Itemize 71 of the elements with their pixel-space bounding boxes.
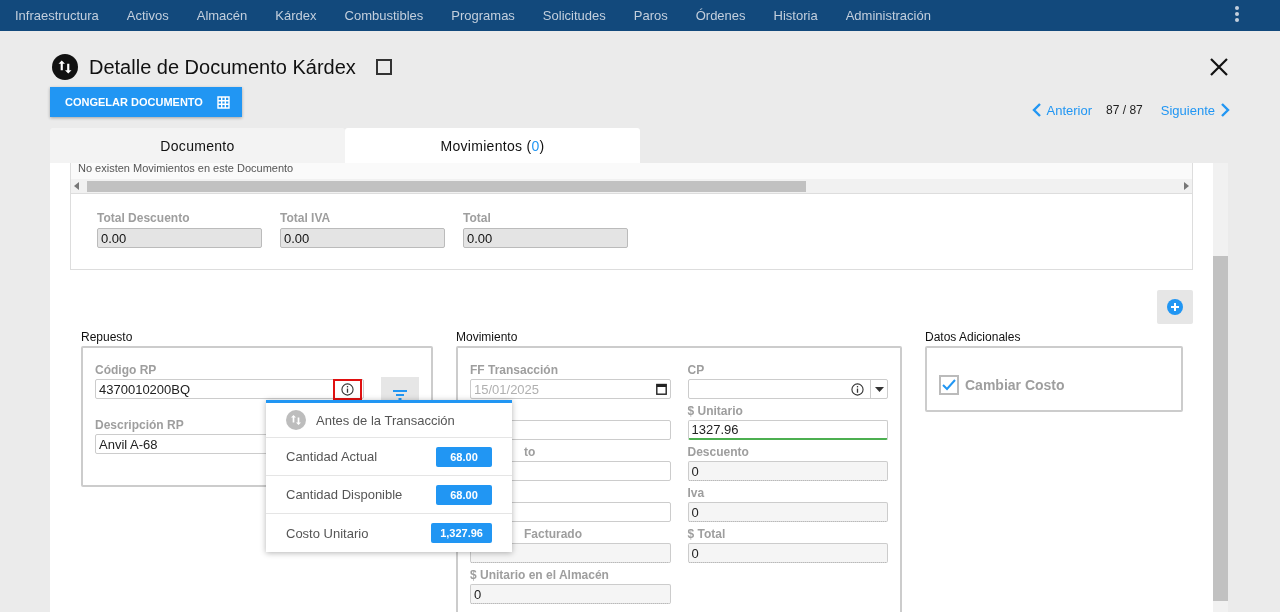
total-field: 0.00 — [280, 228, 445, 248]
nav-menu-item[interactable]: Solicitudes — [542, 8, 606, 23]
caret-icon[interactable] — [875, 386, 884, 392]
input-field[interactable]: 0 — [687, 543, 888, 563]
total-field: 0.00 — [463, 228, 628, 248]
field-label: CP — [687, 363, 705, 378]
vertical-scrollbar[interactable] — [1213, 163, 1228, 612]
input-field[interactable]: 0 — [687, 502, 888, 522]
more-menu-icon[interactable] — [1235, 6, 1239, 22]
input-field[interactable] — [470, 543, 671, 563]
page-position: 87 / 87 — [1106, 103, 1143, 117]
field-label: $ Unitario en el Almacén — [470, 568, 609, 583]
nav-menu-item[interactable]: Historia — [773, 8, 818, 23]
value-badge: 68.00 — [436, 484, 492, 505]
scroll-right-icon[interactable] — [1184, 182, 1189, 190]
total-label: Total — [463, 211, 491, 226]
page-title: Detalle de Documento Kárdex — [89, 55, 356, 79]
checkbox[interactable] — [939, 375, 959, 395]
grid-icon — [216, 95, 230, 109]
info-icon[interactable] — [851, 382, 864, 396]
input-field[interactable]: 1327.96 — [687, 420, 888, 440]
field-label: Descripción RP — [95, 418, 184, 433]
total-label: Total IVA — [280, 211, 331, 226]
section-title: Datos Adicionales — [925, 330, 1022, 346]
info-icon[interactable] — [341, 382, 354, 396]
nav-menu-item[interactable]: Programas — [451, 8, 515, 23]
nav-menu-item[interactable]: Administración — [845, 8, 931, 23]
horizontal-scrollbar[interactable] — [71, 179, 1192, 194]
transfer-icon — [286, 410, 306, 430]
nav-menu-item[interactable]: Kárdex — [275, 8, 317, 23]
nav-menu-item[interactable]: Almacén — [196, 8, 248, 23]
transfer-icon — [52, 54, 78, 80]
checkbox[interactable] — [375, 59, 392, 75]
empty-message: No existen Movimientos en este Documento — [71, 163, 1192, 179]
field-label: Iva — [687, 486, 705, 501]
nav-menu-item[interactable]: Infraestructura — [15, 8, 99, 23]
nav-menu-item[interactable]: Combustibles — [344, 8, 424, 23]
chevron-left-icon — [1031, 103, 1041, 117]
calendar-icon[interactable] — [655, 383, 667, 395]
close-icon[interactable] — [1210, 58, 1228, 76]
tab[interactable]: Documento — [50, 128, 345, 163]
section-title: Movimiento — [456, 330, 519, 346]
section-title: Repuesto — [81, 330, 134, 346]
input-field[interactable]: 0 — [687, 461, 888, 481]
total-field: 0.00 — [97, 228, 262, 248]
field-label: Descuento — [687, 445, 749, 460]
chevron-right-icon — [1221, 103, 1230, 117]
field-label: Facturado — [524, 527, 582, 542]
value-badge: 68.00 — [436, 446, 492, 467]
dropdown-field[interactable] — [687, 379, 888, 399]
nav-menu-item[interactable]: Paros — [633, 8, 668, 23]
total-label: Total Descuento — [97, 211, 190, 226]
plus-icon — [1167, 299, 1183, 315]
input-field[interactable]: 4370010200BQ — [95, 379, 364, 399]
field-label: to — [524, 445, 536, 460]
checkmark-icon — [942, 379, 956, 391]
nav-menu-item[interactable]: Activos — [126, 8, 169, 23]
field-label: $ Total — [687, 527, 726, 542]
info-label: Cantidad Disponible — [286, 487, 403, 502]
popover-title: Antes de la Transacción — [316, 412, 455, 428]
nav-menu-item[interactable]: Órdenes — [695, 8, 746, 23]
info-label: Costo Unitario — [286, 525, 369, 541]
freeze-document-button[interactable]: CONGELAR DOCUMENTO — [50, 87, 242, 117]
scroll-left-icon[interactable] — [74, 182, 79, 190]
input-field[interactable]: 0 — [470, 584, 671, 604]
tab[interactable]: Movimientos (0) — [345, 128, 640, 163]
field-label: Código RP — [95, 363, 157, 378]
value-badge: 1,327.96 — [431, 523, 492, 543]
field-label: FF Transacción — [470, 363, 559, 378]
field-label: $ Unitario — [687, 404, 743, 419]
add-button[interactable] — [1157, 290, 1193, 324]
